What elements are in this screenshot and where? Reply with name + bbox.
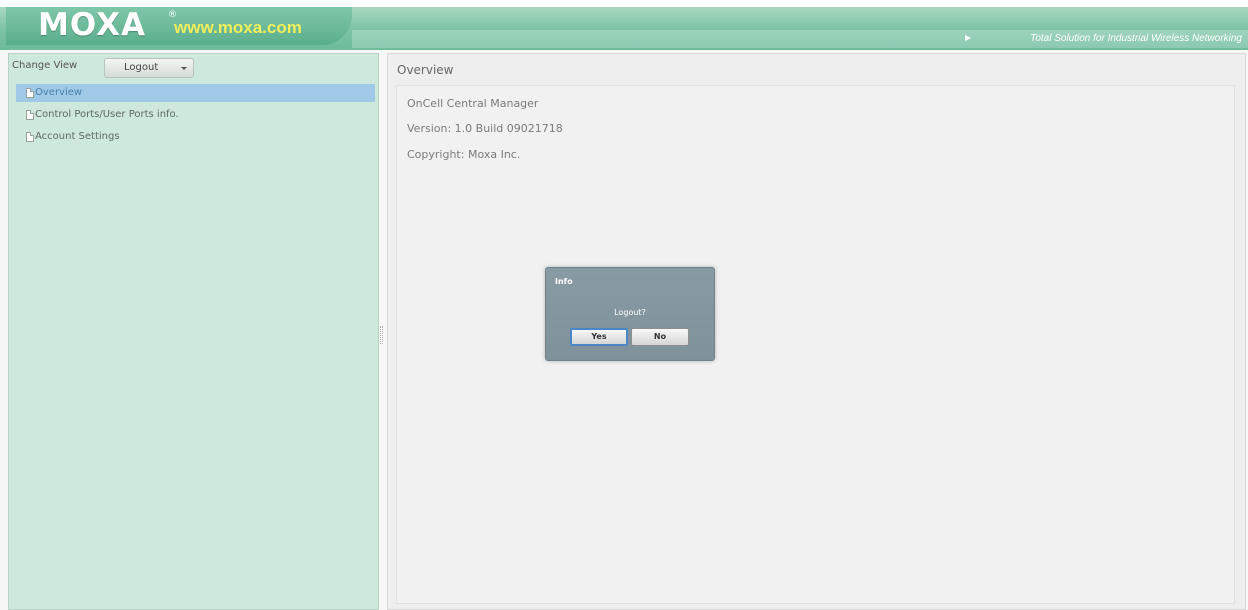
tree-item-control-ports[interactable]: Control Ports/User Ports info. [16,106,375,124]
version-info: Version: 1.0 Build 09021718 [407,122,563,135]
logout-button[interactable]: Logout [104,58,194,78]
no-button[interactable]: No [631,328,689,346]
tree-item-account-settings[interactable]: Account Settings [16,128,375,146]
tree-item-label: Control Ports/User Ports info. [35,109,179,120]
app-window: MOXA ® www.moxa.com Total Solution for I… [0,0,1248,610]
moxa-logo: MOXA [38,7,146,43]
logout-dialog: Info Logout? Yes No [545,267,715,361]
header-banner: MOXA ® www.moxa.com Total Solution for I… [0,0,1248,50]
product-name: OnCell Central Manager [407,97,539,110]
sidebar: Change View Logout Overview Control Port… [8,53,379,610]
caret-down-icon [181,67,187,70]
change-view-label: Change View [12,60,78,71]
dialog-message: Logout? [614,308,646,317]
panel-title: Overview [397,63,454,77]
tagline: Total Solution for Industrial Wireless N… [1030,33,1242,44]
document-icon [26,88,34,98]
sidebar-toolbar: Change View Logout [9,54,378,82]
tree-item-label: Account Settings [35,131,120,142]
tree-item-label: Overview [35,87,83,98]
document-icon [26,132,34,142]
yes-button[interactable]: Yes [570,328,628,346]
document-icon [26,110,34,120]
main-panel: Overview OnCell Central Manager Version:… [387,53,1246,610]
panel-body: OnCell Central Manager Version: 1.0 Buil… [396,85,1235,604]
copyright-info: Copyright: Moxa Inc. [407,148,521,161]
dialog-title: Info [555,277,573,286]
logout-button-label: Logout [124,62,159,73]
arrow-right-icon [965,35,971,41]
panel-splitter[interactable] [380,326,383,344]
moxa-url: www.moxa.com [174,18,302,37]
tree-item-overview[interactable]: Overview [16,84,375,102]
